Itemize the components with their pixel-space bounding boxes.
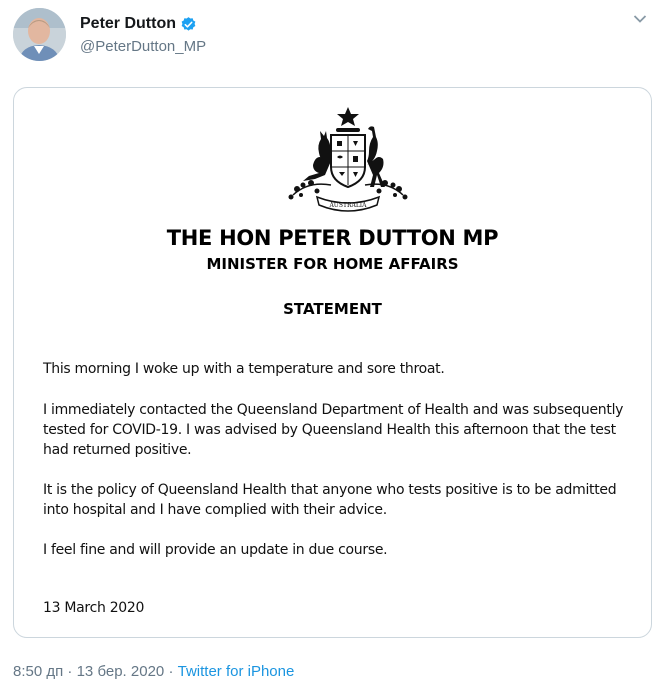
display-name[interactable]: Peter Dutton [80,15,176,33]
crest-motto: AUSTRALIA [328,202,367,209]
document-heading: STATEMENT [283,300,382,318]
attached-image[interactable]: AUSTRALIA THE HON PETER DUTTON MP MINIST… [13,87,652,638]
meta-separator: · [168,663,174,680]
avatar[interactable] [13,8,66,61]
document-subtitle: MINISTER FOR HOME AFFAIRS [206,255,459,273]
tweet-time[interactable]: 8:50 дп [13,663,63,680]
meta-separator: · [67,663,73,680]
user-handle[interactable]: @PeterDutton_MP [80,38,206,55]
tweet-source-link[interactable]: Twitter for iPhone [178,663,295,680]
statement-paragraph: I immediately contacted the Queensland D… [43,402,624,458]
tweet-date[interactable]: 13 бер. 2020 [77,663,165,680]
document-title: THE HON PETER DUTTON MP [166,226,499,250]
verified-badge-icon [181,16,196,31]
tweet-metadata: 8:50 дп · 13 бер. 2020 · Twitter for iPh… [13,663,294,680]
coat-of-arms-icon: AUSTRALIA [288,107,408,212]
chevron-down-icon[interactable] [633,14,647,24]
statement-date: 13 March 2020 [43,600,145,616]
statement-paragraph: I feel fine and will provide an update i… [43,542,388,558]
statement-paragraph: This morning I woke up with a temperatur… [43,361,445,377]
statement-paragraph: It is the policy of Queensland Health th… [43,482,617,518]
